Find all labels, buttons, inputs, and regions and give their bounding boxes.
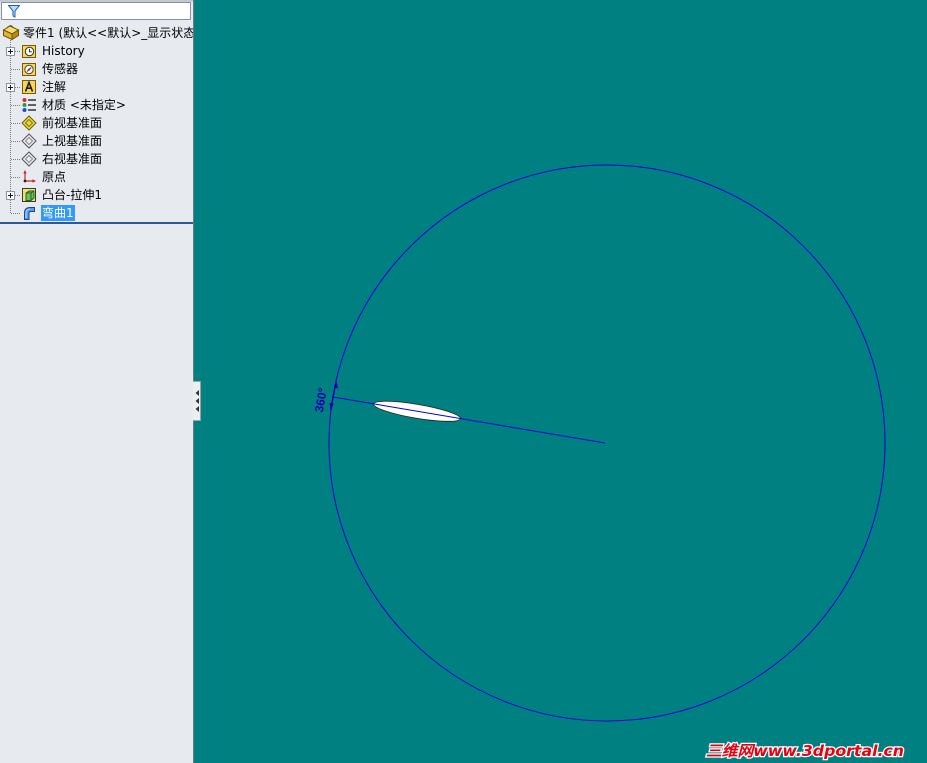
origin-icon <box>23 170 36 183</box>
plane-icon <box>21 115 37 131</box>
tree-item-label: 前视基准面 <box>42 116 103 130</box>
tree-item-boss-extrude1[interactable]: 凸台-拉伸1 <box>0 186 193 204</box>
tree-connector-line <box>11 123 20 124</box>
tree-item-flex1[interactable]: 弯曲1 <box>0 204 193 222</box>
tree-connector-line <box>11 159 20 160</box>
annotation-icon <box>22 80 36 94</box>
tree-item-label: 材质 <未指定> <box>42 98 126 112</box>
watermark: 三维网www.3dportal.cn <box>706 742 904 760</box>
feature-manager-panel: 零件1 (默认<<默认>_显示状态 History 传感器 注解 材质 <未指定… <box>0 0 194 763</box>
tree-item-history[interactable]: History <box>0 42 193 60</box>
plane-icon <box>21 133 37 149</box>
tree-connector-line <box>15 51 20 52</box>
tree-item-material[interactable]: 材质 <未指定> <box>0 96 193 114</box>
collapse-arrows-icon <box>195 390 199 412</box>
tree-item-label: 零件1 (默认<<默认>_显示状态 <box>23 26 194 40</box>
graphics-area[interactable]: 360° 三维网www.3dportal.cn <box>194 0 927 763</box>
tree-item-label: 凸台-拉伸1 <box>42 188 102 202</box>
expand-plus-icon[interactable] <box>6 83 15 92</box>
tree-item-top-plane[interactable]: 上视基准面 <box>0 132 193 150</box>
tree-connector-line <box>15 87 20 88</box>
tree-item-front-plane[interactable]: 前视基准面 <box>0 114 193 132</box>
tree-connector-line <box>11 105 20 106</box>
filter-input[interactable] <box>22 3 188 19</box>
tree-item-label: 弯曲1 <box>41 205 75 221</box>
filter-box <box>1 2 191 20</box>
expand-plus-icon[interactable] <box>6 47 15 56</box>
funnel-icon <box>8 5 20 18</box>
tree-connector-line <box>11 177 20 178</box>
flex-icon <box>24 207 35 220</box>
material-icon <box>22 98 36 112</box>
tree-item-part-root[interactable]: 零件1 (默认<<默认>_显示状态 <box>0 24 193 42</box>
tree-connector-line <box>11 141 20 142</box>
tree-item-label: 传感器 <box>42 62 79 76</box>
tree-item-label: 原点 <box>42 170 67 184</box>
tree-item-label: 注解 <box>42 80 67 94</box>
tree-connector-line <box>15 195 20 196</box>
tree-item-label: History <box>42 44 85 58</box>
panel-collapse-handle[interactable] <box>193 381 201 421</box>
tree-connector-line <box>11 69 20 70</box>
part-icon <box>2 24 20 41</box>
expand-plus-icon[interactable] <box>6 191 15 200</box>
tree-item-label: 右视基准面 <box>42 152 103 166</box>
tree-item-label: 上视基准面 <box>42 134 103 148</box>
tree-item-origin[interactable]: 原点 <box>0 168 193 186</box>
tree-item-right-plane[interactable]: 右视基准面 <box>0 150 193 168</box>
tree-bottom-separator <box>0 222 193 224</box>
tree-item-sensors[interactable]: 传感器 <box>0 60 193 78</box>
plane-icon <box>21 151 37 167</box>
tree-connector-line <box>11 213 20 214</box>
sensor-icon <box>22 63 36 76</box>
history-icon <box>22 45 36 58</box>
extrude-icon <box>22 188 36 202</box>
tree-item-annotations[interactable]: 注解 <box>0 78 193 96</box>
viewport-background <box>194 0 927 763</box>
